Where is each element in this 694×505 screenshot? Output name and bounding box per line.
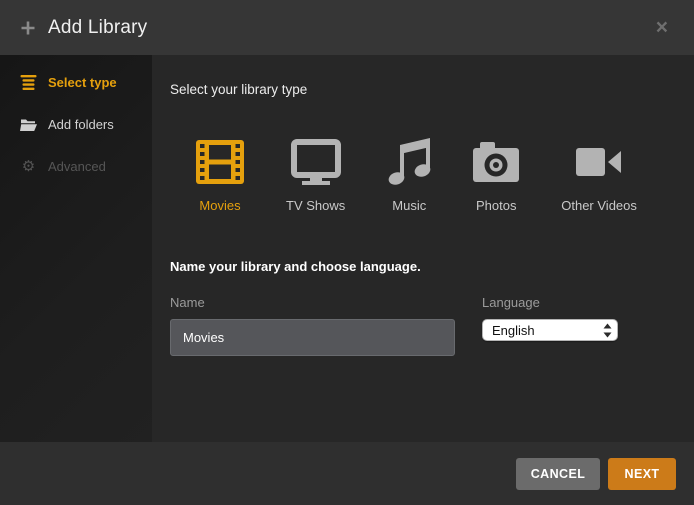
video-camera-icon	[576, 137, 622, 187]
sidebar-item-select-type[interactable]: Select type	[0, 61, 152, 103]
sidebar: Select type Add folders ⚙ Advanced	[0, 55, 152, 442]
library-type-movies[interactable]: Movies	[196, 137, 244, 213]
dialog-footer: CANCEL NEXT	[0, 442, 694, 505]
gear-icon: ⚙	[20, 158, 37, 175]
sidebar-item-add-folders[interactable]: Add folders	[0, 103, 152, 145]
main-content: Select your library type	[152, 55, 694, 442]
library-type-label: Movies	[199, 198, 240, 213]
library-type-label: Other Videos	[561, 198, 637, 213]
library-type-tv-shows[interactable]: TV Shows	[286, 137, 345, 213]
add-library-dialog: Add Library × Select type	[0, 0, 694, 505]
film-strip-icon	[196, 137, 244, 187]
sidebar-item-label: Advanced	[48, 159, 106, 174]
section-title: Select your library type	[170, 82, 676, 97]
music-note-icon	[387, 137, 431, 187]
name-field-block: Name	[170, 295, 455, 356]
next-button[interactable]: NEXT	[608, 458, 676, 490]
open-folder-icon	[20, 116, 37, 133]
sidebar-item-advanced[interactable]: ⚙ Advanced	[0, 145, 152, 187]
plus-icon	[20, 20, 36, 36]
close-icon[interactable]: ×	[652, 15, 672, 40]
library-type-photos[interactable]: Photos	[473, 137, 519, 213]
library-type-label: TV Shows	[286, 198, 345, 213]
library-type-label: Photos	[476, 198, 516, 213]
select-type-lines-icon	[20, 74, 37, 91]
cancel-button[interactable]: CANCEL	[516, 458, 600, 490]
sidebar-item-label: Select type	[48, 75, 117, 90]
library-type-music[interactable]: Music	[387, 137, 431, 213]
tv-monitor-icon	[291, 137, 341, 187]
select-arrows-icon	[603, 323, 612, 338]
library-types-row: Movies TV Shows	[196, 137, 676, 213]
dialog-header: Add Library ×	[0, 0, 694, 55]
library-type-other-videos[interactable]: Other Videos	[561, 137, 637, 213]
language-field-block: Language English	[482, 295, 622, 356]
name-field-label: Name	[170, 295, 455, 310]
language-select-value: English	[492, 323, 603, 338]
dialog-body: Select type Add folders ⚙ Advanced	[0, 55, 694, 442]
dialog-title: Add Library	[48, 17, 147, 39]
name-section-title: Name your library and choose language.	[170, 259, 676, 274]
sidebar-item-label: Add folders	[48, 117, 114, 132]
library-type-label: Music	[392, 198, 426, 213]
language-select[interactable]: English	[482, 319, 618, 341]
language-field-label: Language	[482, 295, 622, 310]
library-name-input[interactable]	[170, 319, 455, 356]
fields-row: Name Language English	[170, 295, 676, 356]
camera-icon	[473, 137, 519, 187]
